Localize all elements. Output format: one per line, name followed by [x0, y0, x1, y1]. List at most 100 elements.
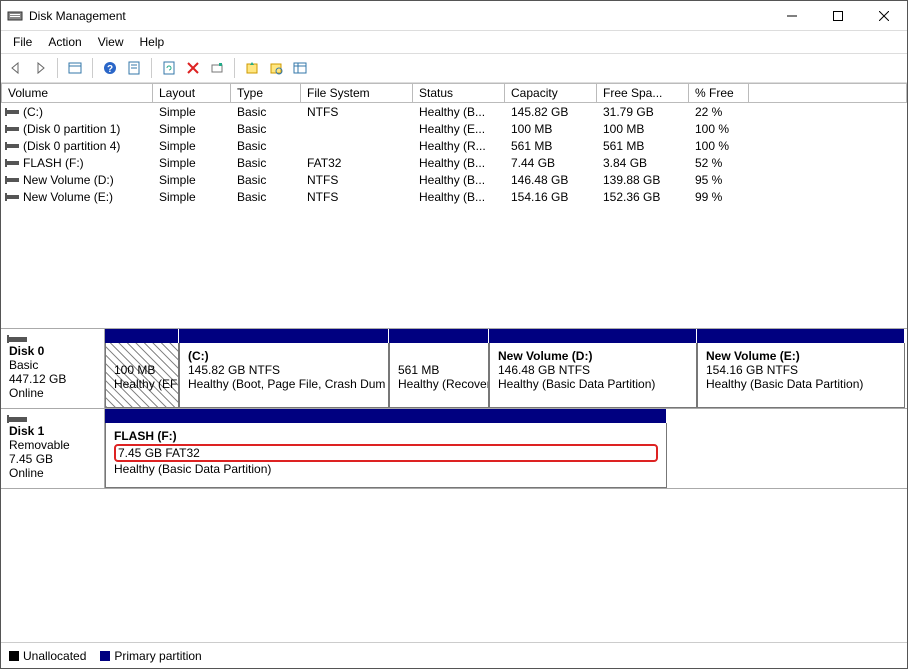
disk-graphical-view: Disk 0Basic447.12 GBOnline 100 MBHealthy… — [1, 329, 907, 642]
disk-label[interactable]: Disk 0Basic447.12 GBOnline — [1, 329, 105, 408]
cell-free: 3.84 GB — [597, 156, 689, 170]
legend: Unallocated Primary partition — [1, 642, 907, 668]
toolbar-separator — [92, 58, 93, 78]
volume-list: Volume Layout Type File System Status Ca… — [1, 83, 907, 329]
cell-pct: 52 % — [689, 156, 749, 170]
partition-title: New Volume (D:) — [498, 349, 688, 363]
forward-button[interactable] — [29, 57, 51, 79]
cell-layout: Simple — [153, 139, 231, 153]
cell-status: Healthy (B... — [413, 105, 505, 119]
table-row[interactable]: (Disk 0 partition 4)SimpleBasicHealthy (… — [1, 137, 907, 154]
volume-icon — [7, 144, 19, 148]
partition-status: Healthy (EFI — [114, 377, 170, 391]
partition-bar-segment — [105, 409, 667, 423]
cell-status: Healthy (B... — [413, 190, 505, 204]
col-pctfree[interactable]: % Free — [689, 83, 749, 103]
col-layout[interactable]: Layout — [153, 83, 231, 103]
cell-volume: (Disk 0 partition 1) — [1, 122, 153, 136]
back-button[interactable] — [5, 57, 27, 79]
disk-row: Disk 1Removable7.45 GBOnlineFLASH (F:)7.… — [1, 408, 907, 489]
cell-layout: Simple — [153, 173, 231, 187]
close-button[interactable] — [861, 1, 907, 31]
cell-layout: Simple — [153, 105, 231, 119]
delete-button[interactable] — [182, 57, 204, 79]
col-type[interactable]: Type — [231, 83, 301, 103]
menu-view[interactable]: View — [90, 33, 132, 51]
col-capacity[interactable]: Capacity — [505, 83, 597, 103]
action-button-2[interactable] — [265, 57, 287, 79]
maximize-button[interactable] — [815, 1, 861, 31]
disk-icon — [9, 337, 27, 342]
cell-type: Basic — [231, 105, 301, 119]
legend-primary-label: Primary partition — [114, 649, 201, 663]
col-volume[interactable]: Volume — [1, 83, 153, 103]
table-row[interactable]: New Volume (E:)SimpleBasicNTFSHealthy (B… — [1, 188, 907, 205]
partition-box[interactable]: New Volume (D:)146.48 GB NTFSHealthy (Ba… — [489, 343, 697, 408]
toolbar: ? — [1, 53, 907, 83]
disk-kind: Removable — [9, 438, 96, 452]
properties-button[interactable] — [123, 57, 145, 79]
partition-bar-segment — [389, 329, 489, 343]
volume-list-header: Volume Layout Type File System Status Ca… — [1, 83, 907, 103]
table-row[interactable]: New Volume (D:)SimpleBasicNTFSHealthy (B… — [1, 171, 907, 188]
col-filesystem[interactable]: File System — [301, 83, 413, 103]
partition-status: Healthy (Recover — [398, 377, 480, 391]
legend-primary: Primary partition — [100, 649, 201, 663]
menu-file[interactable]: File — [5, 33, 40, 51]
partition-bar — [105, 329, 905, 343]
partition-status: Healthy (Basic Data Partition) — [498, 377, 688, 391]
menubar: File Action View Help — [1, 31, 907, 53]
cell-pct: 100 % — [689, 139, 749, 153]
cell-pct: 100 % — [689, 122, 749, 136]
action-button-3[interactable] — [289, 57, 311, 79]
disk-row: Disk 0Basic447.12 GBOnline 100 MBHealthy… — [1, 329, 907, 408]
toolbar-separator — [234, 58, 235, 78]
cell-status: Healthy (B... — [413, 173, 505, 187]
window-title: Disk Management — [29, 9, 769, 23]
action-button-1[interactable] — [241, 57, 263, 79]
table-row[interactable]: (Disk 0 partition 1)SimpleBasicHealthy (… — [1, 120, 907, 137]
toolbar-separator — [151, 58, 152, 78]
col-status[interactable]: Status — [413, 83, 505, 103]
partition-bar-segment — [489, 329, 697, 343]
partition-bar — [105, 409, 667, 423]
cell-filesystem: NTFS — [301, 190, 413, 204]
partition-size: 146.48 GB NTFS — [498, 363, 688, 377]
legend-unallocated-label: Unallocated — [23, 649, 86, 663]
cell-free: 139.88 GB — [597, 173, 689, 187]
minimize-button[interactable] — [769, 1, 815, 31]
cell-status: Healthy (B... — [413, 156, 505, 170]
cell-pct: 22 % — [689, 105, 749, 119]
table-row[interactable]: (C:)SimpleBasicNTFSHealthy (B...145.82 G… — [1, 103, 907, 120]
disk-name: Disk 0 — [9, 344, 96, 358]
menu-action[interactable]: Action — [40, 33, 89, 51]
partition-box[interactable]: (C:)145.82 GB NTFSHealthy (Boot, Page Fi… — [179, 343, 389, 408]
app-icon — [7, 8, 23, 24]
volume-icon — [7, 195, 19, 199]
partition-box[interactable]: New Volume (E:)154.16 GB NTFSHealthy (Ba… — [697, 343, 905, 408]
cell-capacity: 146.48 GB — [505, 173, 597, 187]
disk-partitions: FLASH (F:)7.45 GB FAT32Healthy (Basic Da… — [105, 409, 907, 488]
cell-status: Healthy (E... — [413, 122, 505, 136]
col-freespace[interactable]: Free Spa... — [597, 83, 689, 103]
cell-volume: FLASH (F:) — [1, 156, 153, 170]
partition-bar-segment — [697, 329, 905, 343]
col-spacer — [749, 83, 907, 103]
partition-box[interactable]: 100 MBHealthy (EFI — [105, 343, 179, 408]
settings-button[interactable] — [206, 57, 228, 79]
partition-box[interactable]: FLASH (F:)7.45 GB FAT32Healthy (Basic Da… — [105, 423, 667, 488]
cell-filesystem: FAT32 — [301, 156, 413, 170]
menu-help[interactable]: Help — [132, 33, 173, 51]
cell-capacity: 100 MB — [505, 122, 597, 136]
help-button[interactable]: ? — [99, 57, 121, 79]
svg-text:?: ? — [107, 64, 113, 75]
cell-filesystem: NTFS — [301, 173, 413, 187]
disk-label[interactable]: Disk 1Removable7.45 GBOnline — [1, 409, 105, 488]
table-row[interactable]: FLASH (F:)SimpleBasicFAT32Healthy (B...7… — [1, 154, 907, 171]
cell-volume: (Disk 0 partition 4) — [1, 139, 153, 153]
refresh-button[interactable] — [158, 57, 180, 79]
show-hide-console-tree-button[interactable] — [64, 57, 86, 79]
partition-box[interactable]: 561 MBHealthy (Recover — [389, 343, 489, 408]
partition-size: 100 MB — [114, 363, 170, 377]
cell-capacity: 561 MB — [505, 139, 597, 153]
